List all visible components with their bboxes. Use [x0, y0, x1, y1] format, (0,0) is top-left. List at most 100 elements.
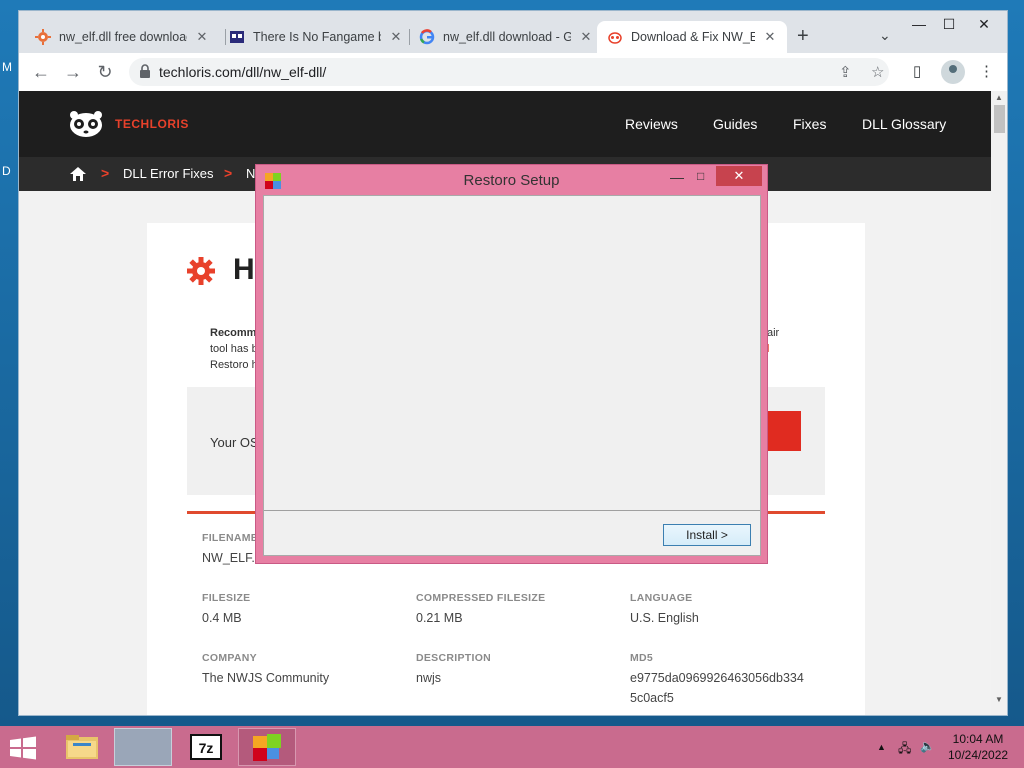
back-arrow-icon[interactable]: ←: [31, 62, 51, 82]
gear-icon: [187, 257, 215, 285]
profile-avatar-icon[interactable]: [941, 60, 965, 84]
site-header: TECHLORIS Reviews Guides Fixes DLL Gloss…: [19, 91, 991, 157]
description-label: DESCRIPTION: [416, 652, 492, 664]
clock-date: 10/24/2022: [948, 748, 1009, 762]
recommendation-line: Restoro h: [210, 359, 258, 371]
scroll-up-icon[interactable]: ▲: [995, 93, 1003, 102]
forward-arrow-icon[interactable]: →: [63, 62, 83, 82]
page-scrollbar[interactable]: ▲ ▼: [991, 91, 1007, 715]
compressed-filesize-label: COMPRESSED FILESIZE: [416, 592, 546, 604]
md5-value-continued: 5c0acf5: [630, 691, 674, 705]
tab-close-icon[interactable]: ✕: [763, 29, 777, 45]
filesize-value: 0.4 MB: [202, 611, 242, 625]
tab-2[interactable]: There Is No Fangame by ✕: [219, 21, 413, 53]
restoro-taskbar-button[interactable]: [238, 728, 296, 766]
os-label: Your OS: [210, 435, 259, 450]
taskbar: 7z ▲ 🖧 🔈 10:04 AM 10/24/2022: [0, 726, 1024, 768]
dialog-maximize-button[interactable]: □: [697, 169, 713, 187]
nav-fixes[interactable]: Fixes: [793, 116, 826, 132]
tab-close-icon[interactable]: ✕: [195, 29, 209, 45]
description-value: nwjs: [416, 671, 442, 685]
kebab-menu-icon[interactable]: ⋮: [979, 62, 994, 80]
tab-close-icon[interactable]: ✕: [389, 29, 403, 45]
active-taskbar-button[interactable]: [114, 728, 172, 766]
install-button[interactable]: Install >: [663, 524, 751, 546]
dialog-close-button[interactable]: ✕: [716, 166, 762, 186]
desktop-icon-label[interactable]: M: [2, 60, 12, 74]
language-value: U.S. English: [630, 611, 699, 625]
nav-dll-glossary[interactable]: DLL Glossary: [862, 116, 946, 132]
panda-icon: [607, 29, 623, 45]
share-icon[interactable]: ⇪: [839, 63, 852, 81]
volume-icon[interactable]: 🔈: [920, 739, 935, 753]
dialog-divider: [264, 510, 760, 511]
minimize-button[interactable]: —: [904, 13, 934, 35]
lock-icon[interactable]: [139, 64, 151, 78]
breadcrumb-current: N: [246, 166, 256, 181]
scroll-down-icon[interactable]: ▼: [995, 695, 1003, 704]
md5-label: MD5: [630, 652, 654, 664]
recommendation-text: Recomm tool has b Restoro h: [210, 325, 258, 373]
scrollbar-thumb[interactable]: [994, 105, 1005, 133]
recommendation-text-right: air l: [767, 325, 779, 357]
company-value: The NWJS Community: [202, 671, 330, 685]
bookmark-star-icon[interactable]: ☆: [871, 63, 884, 81]
page-heading: H: [233, 253, 255, 286]
system-clock[interactable]: 10:04 AM 10/24/2022: [948, 731, 1008, 763]
recommendation-line: l: [767, 343, 770, 355]
chevron-right-icon: >: [101, 165, 110, 181]
maximize-button[interactable]: ☐: [934, 13, 964, 35]
download-button[interactable]: [767, 411, 801, 451]
dialog-body: Install >: [263, 195, 761, 556]
address-bar[interactable]: techloris.com/dll/nw_elf-dll/ ⇪ ☆: [129, 58, 889, 86]
recommendation-line: Recomm: [210, 327, 257, 339]
google-g-icon: [419, 29, 435, 45]
chevron-right-icon: >: [224, 165, 233, 181]
tab-1[interactable]: nw_elf.dll free download ✕: [25, 21, 219, 53]
nav-guides[interactable]: Guides: [713, 116, 757, 132]
site-logo[interactable]: TECHLORIS: [67, 109, 189, 139]
desktop-icon-label[interactable]: D: [2, 164, 11, 178]
pixel-game-icon: [229, 29, 245, 45]
restoro-setup-dialog: Restoro Setup — □ ✕ Install >: [255, 164, 768, 564]
panda-logo-icon: [70, 111, 102, 137]
close-button[interactable]: ✕: [969, 13, 999, 35]
dialog-minimize-button[interactable]: —: [670, 169, 686, 187]
side-panel-icon[interactable]: ▯: [913, 62, 921, 80]
svg-text:7z: 7z: [199, 740, 214, 756]
language-label: LANGUAGE: [630, 592, 693, 604]
tab-title: nw_elf.dll download - G: [443, 30, 571, 44]
tab-title: nw_elf.dll free download: [59, 30, 187, 44]
7zip-taskbar-button[interactable]: 7z: [180, 728, 232, 766]
clock-time: 10:04 AM: [952, 732, 1004, 746]
tray-overflow-icon[interactable]: ▲: [877, 742, 886, 752]
nav-reviews[interactable]: Reviews: [625, 116, 678, 132]
breadcrumb-dll-error-fixes[interactable]: DLL Error Fixes: [123, 166, 214, 181]
windows-start-icon[interactable]: [8, 736, 38, 760]
filesize-label: FILESIZE: [202, 592, 251, 604]
tab-close-icon[interactable]: ✕: [579, 29, 593, 45]
folder-icon: [66, 735, 98, 759]
network-icon[interactable]: 🖧: [898, 739, 911, 760]
home-icon[interactable]: [69, 165, 87, 183]
tab-strip: nw_elf.dll free download ✕ There Is No F…: [19, 11, 1007, 53]
md5-value: e9775da0969926463056db334: [630, 671, 804, 685]
filename-label: FILENAME: [202, 532, 259, 544]
7zip-icon: 7z: [190, 734, 222, 760]
company-label: COMPANY: [202, 652, 257, 664]
compressed-filesize-value: 0.21 MB: [416, 611, 463, 625]
tab-4-active[interactable]: Download & Fix NW_EL ✕: [597, 21, 787, 53]
reload-icon[interactable]: ↻: [95, 62, 115, 82]
brand-name: TECHLORIS: [115, 117, 189, 131]
tab-search-button[interactable]: ⌄: [879, 27, 891, 44]
tab-3[interactable]: nw_elf.dll download - G ✕: [409, 21, 603, 53]
orange-gear-icon: [35, 29, 51, 45]
dialog-title: Restoro Setup: [463, 172, 560, 189]
browser-toolbar: ← → ↻ techloris.com/dll/nw_elf-dll/ ⇪ ☆ …: [19, 53, 1007, 91]
file-explorer-taskbar-button[interactable]: [58, 728, 106, 766]
recommendation-line: tool has b: [210, 343, 258, 355]
url-text[interactable]: techloris.com/dll/nw_elf-dll/: [159, 64, 326, 80]
new-tab-button[interactable]: +: [797, 25, 809, 48]
restoro-app-icon: [253, 734, 281, 761]
recommendation-line: air: [767, 327, 780, 339]
